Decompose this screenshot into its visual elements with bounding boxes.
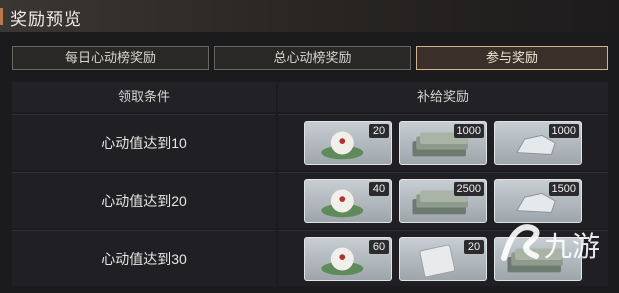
jiuyou-logo: 九游 (501, 224, 600, 263)
reward-slot[interactable]: 20 (399, 237, 487, 281)
reward-slot[interactable]: 2500 (399, 179, 487, 223)
reward-slot[interactable]: 20 (304, 121, 392, 165)
title-accent-mark (0, 8, 3, 25)
quantity-badge: 60 (369, 240, 389, 254)
quantity-badge: 1000 (453, 124, 484, 138)
reward-slot[interactable]: 60 (304, 237, 392, 281)
condition-cell: 心动值达到30 (12, 230, 276, 286)
condition-column-header: 领取条件 (12, 82, 276, 112)
reward-slot[interactable]: 1000 (494, 121, 582, 165)
table-row: 心动值达到10 20 1000 1000 (12, 114, 608, 170)
reward-slot[interactable]: 40 (304, 179, 392, 223)
quantity-badge: 20 (369, 124, 389, 138)
condition-cell: 心动值达到20 (12, 172, 276, 228)
watermark-text: 九游 (544, 230, 600, 263)
quantity-badge: 1500 (548, 182, 579, 196)
tab-participation[interactable]: 参与奖励 (416, 46, 608, 70)
quantity-badge: 40 (369, 182, 389, 196)
title-bar: 奖励预览 (0, 0, 619, 32)
quantity-badge: 20 (464, 240, 484, 254)
rewards-column-header: 补给奖励 (278, 82, 608, 112)
reward-slot[interactable]: 1000 (399, 121, 487, 165)
rewards-cell: 20 1000 1000 (278, 114, 608, 170)
condition-cell: 心动值达到10 (12, 114, 276, 170)
page-title: 奖励预览 (10, 10, 82, 29)
quantity-badge: 2500 (453, 182, 484, 196)
table-header: 领取条件 补给奖励 (12, 82, 608, 112)
tab-total-ranking[interactable]: 总心动榜奖励 (214, 46, 411, 70)
tab-daily-ranking[interactable]: 每日心动榜奖励 (12, 46, 209, 70)
quantity-badge: 1000 (548, 124, 579, 138)
